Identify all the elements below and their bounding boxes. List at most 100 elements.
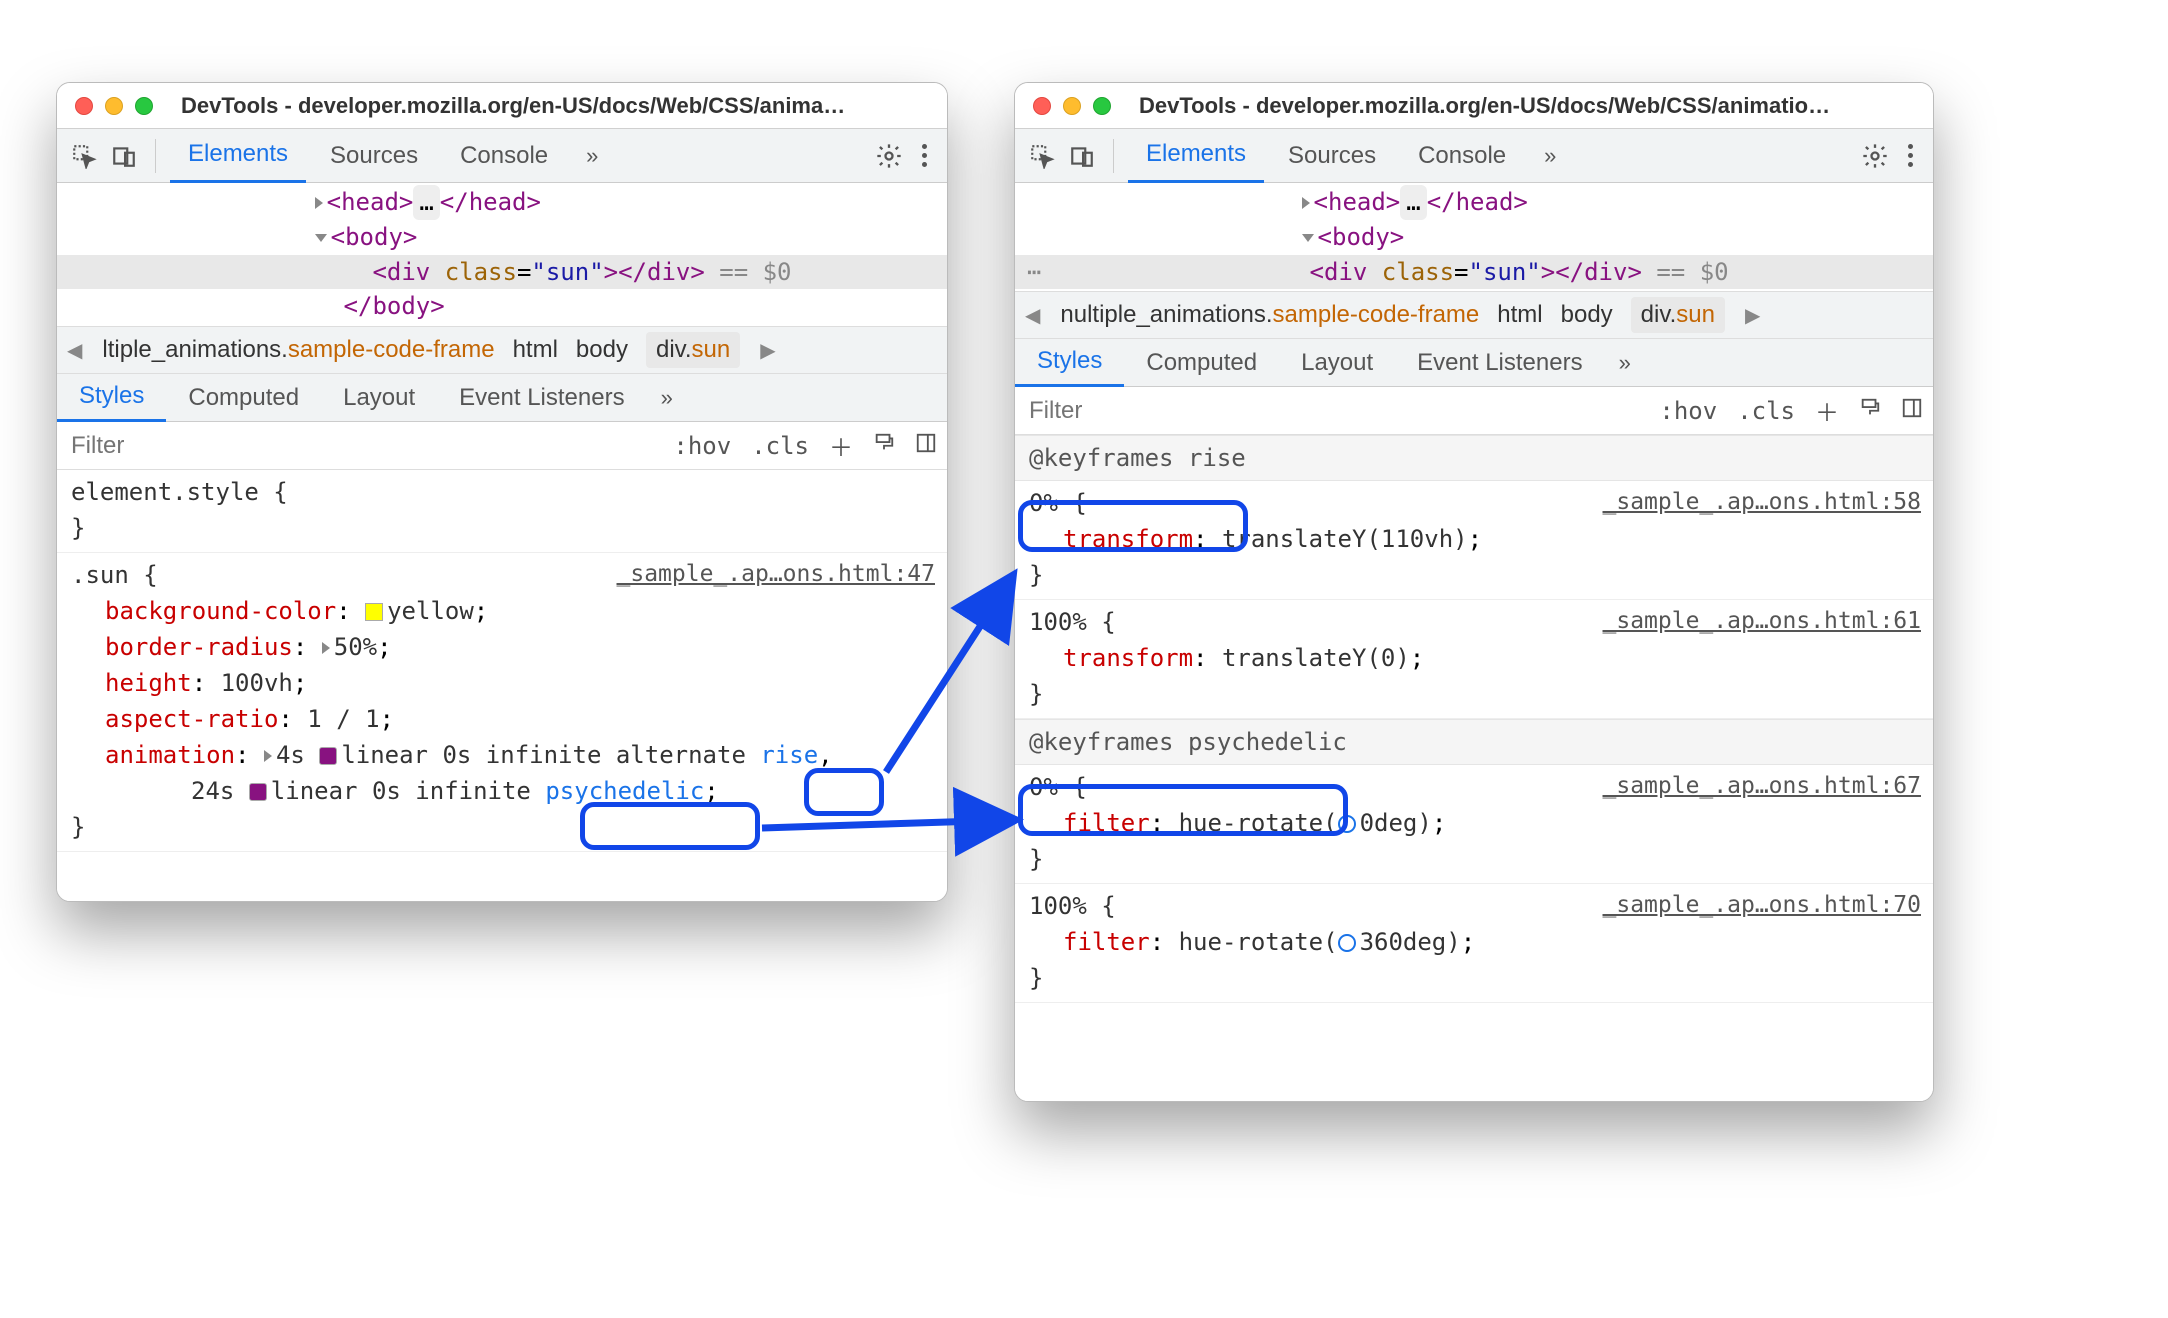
cls-toggle[interactable]: .cls [1727, 397, 1805, 425]
keyframes-link-psychedelic[interactable]: psychedelic [545, 777, 704, 805]
source-link[interactable]: _sample_.ap…ons.html:58 [1603, 485, 1922, 520]
source-link[interactable]: _sample_.ap…ons.html:61 [1603, 604, 1922, 639]
dom-body-open[interactable]: <body> [57, 220, 947, 255]
decl-animation-line2[interactable]: 24s linear 0s infinite psychedelic; [71, 773, 933, 809]
easing-swatch-icon[interactable] [319, 747, 337, 765]
close-window-button[interactable] [1033, 97, 1051, 115]
traffic-lights [1033, 97, 1111, 115]
breadcrumb-scroll-right-icon[interactable]: ▶ [1743, 303, 1762, 328]
settings-icon[interactable] [872, 139, 906, 173]
source-link[interactable]: _sample_.ap…ons.html:70 [1603, 888, 1922, 923]
source-link[interactable]: _sample_.ap…ons.html:67 [1603, 769, 1922, 804]
tab-elements[interactable]: Elements [1128, 129, 1264, 183]
dom-tree[interactable]: <head>…</head> <body> ⋯ <div class="sun"… [1015, 183, 1933, 291]
dom-body-open[interactable]: <body> [1015, 220, 1933, 255]
subtab-event-listeners[interactable]: Event Listeners [437, 374, 646, 422]
keyframe-rise-100[interactable]: 100% { _sample_.ap…ons.html:61 transform… [1015, 600, 1933, 719]
rule-element-style[interactable]: element.style { } [57, 470, 947, 553]
more-tabs-icon[interactable]: » [1530, 143, 1570, 169]
decl-background-color[interactable]: background-color: yellow; [71, 593, 933, 629]
angle-swatch-icon[interactable] [1338, 815, 1356, 833]
crumb-html[interactable]: html [1497, 301, 1542, 329]
styles-pane[interactable]: element.style { } .sun { _sample_.ap…ons… [57, 470, 947, 901]
inspect-icon[interactable] [67, 139, 101, 173]
color-swatch-icon[interactable] [365, 603, 383, 621]
subtab-layout[interactable]: Layout [321, 374, 437, 422]
tab-console[interactable]: Console [442, 129, 566, 183]
inspect-icon[interactable] [1025, 139, 1059, 173]
rule-sun[interactable]: .sun { _sample_.ap…ons.html:47 backgroun… [57, 553, 947, 852]
more-subtabs-icon[interactable]: » [1605, 350, 1645, 376]
breadcrumb-scroll-left-icon[interactable]: ◀ [1023, 303, 1042, 328]
minimize-window-button[interactable] [105, 97, 123, 115]
angle-swatch-icon[interactable] [1338, 934, 1356, 952]
dom-head[interactable]: <head>…</head> [1015, 185, 1933, 220]
settings-icon[interactable] [1858, 139, 1892, 173]
crumb-div-sun[interactable]: div.sun [646, 332, 740, 368]
tab-console[interactable]: Console [1400, 129, 1524, 183]
cls-toggle[interactable]: .cls [741, 432, 819, 460]
device-toolbar-icon[interactable] [107, 139, 141, 173]
subtab-event-listeners[interactable]: Event Listeners [1395, 339, 1604, 387]
decl-height[interactable]: height: 100vh; [71, 665, 933, 701]
device-toolbar-icon[interactable] [1065, 139, 1099, 173]
subtab-styles[interactable]: Styles [1015, 339, 1124, 387]
breadcrumb-scroll-right-icon[interactable]: ▶ [758, 338, 777, 363]
crumb-div-sun[interactable]: div.sun [1631, 297, 1725, 333]
styles-filter-input[interactable] [57, 432, 663, 460]
paint-icon[interactable] [1849, 397, 1891, 425]
dom-selected-div[interactable]: <div class="sun"></div> == $0 [57, 255, 947, 290]
crumb-frame[interactable]: ltiple_animations.sample-code-frame [102, 336, 494, 364]
kebab-menu-icon[interactable] [912, 144, 937, 167]
tab-sources[interactable]: Sources [1270, 129, 1394, 183]
keyframe-rise-0[interactable]: 0% { _sample_.ap…ons.html:58 transform: … [1015, 481, 1933, 600]
computed-sidebar-icon[interactable] [905, 432, 947, 460]
kebab-menu-icon[interactable] [1898, 144, 1923, 167]
breadcrumb-scroll-left-icon[interactable]: ◀ [65, 338, 84, 363]
decl-border-radius[interactable]: border-radius: 50%; [71, 629, 933, 665]
decl-aspect-ratio[interactable]: aspect-ratio: 1 / 1; [71, 701, 933, 737]
keyframes-header-psychedelic[interactable]: @keyframes psychedelic [1015, 719, 1933, 765]
more-tabs-icon[interactable]: » [572, 143, 612, 169]
crumb-html[interactable]: html [513, 336, 558, 364]
decl-animation[interactable]: animation: 4s linear 0s infinite alterna… [71, 737, 933, 773]
crumb-body[interactable]: body [1561, 301, 1613, 329]
subtab-styles[interactable]: Styles [57, 374, 166, 422]
decl-filter[interactable]: filter: hue-rotate(0deg); [1029, 805, 1919, 841]
maximize-window-button[interactable] [1093, 97, 1111, 115]
keyframes-link-rise[interactable]: rise [760, 741, 818, 769]
decl-filter[interactable]: filter: hue-rotate(360deg); [1029, 924, 1919, 960]
new-rule-icon[interactable]: ＋ [819, 428, 863, 463]
hov-toggle[interactable]: :hov [1649, 397, 1727, 425]
minimize-window-button[interactable] [1063, 97, 1081, 115]
hov-toggle[interactable]: :hov [663, 432, 741, 460]
dom-head[interactable]: <head>…</head> [57, 185, 947, 220]
crumb-body[interactable]: body [576, 336, 628, 364]
keyframe-psy-0[interactable]: 0% { _sample_.ap…ons.html:67 filter: hue… [1015, 765, 1933, 884]
paint-icon[interactable] [863, 432, 905, 460]
source-link[interactable]: _sample_.ap…ons.html:47 [617, 557, 936, 592]
keyframes-header-rise[interactable]: @keyframes rise [1015, 435, 1933, 481]
easing-swatch-icon[interactable] [249, 783, 267, 801]
dom-tree[interactable]: <head>…</head> <body> <div class="sun"><… [57, 183, 947, 326]
styles-filter-input[interactable] [1015, 397, 1649, 425]
subtab-computed[interactable]: Computed [166, 374, 321, 422]
close-window-button[interactable] [75, 97, 93, 115]
styles-pane[interactable]: @keyframes rise 0% { _sample_.ap…ons.htm… [1015, 435, 1933, 1101]
dom-body-close[interactable]: </body> [57, 289, 947, 324]
titlebar: DevTools - developer.mozilla.org/en-US/d… [1015, 83, 1933, 129]
tab-sources[interactable]: Sources [312, 129, 436, 183]
decl-transform[interactable]: transform: translateY(0); [1029, 640, 1919, 676]
keyframe-psy-100[interactable]: 100% { _sample_.ap…ons.html:70 filter: h… [1015, 884, 1933, 1003]
crumb-frame[interactable]: nultiple_animations.sample-code-frame [1060, 301, 1479, 329]
tab-elements[interactable]: Elements [170, 129, 306, 183]
maximize-window-button[interactable] [135, 97, 153, 115]
decl-transform[interactable]: transform: translateY(110vh); [1029, 521, 1919, 557]
dom-selected-div[interactable]: ⋯ <div class="sun"></div> == $0 [1015, 255, 1933, 290]
subtab-computed[interactable]: Computed [1124, 339, 1279, 387]
new-rule-icon[interactable]: ＋ [1805, 393, 1849, 428]
subtab-layout[interactable]: Layout [1279, 339, 1395, 387]
breadcrumb-bar: ◀ nultiple_animations.sample-code-frame … [1015, 291, 1933, 339]
more-subtabs-icon[interactable]: » [647, 385, 687, 411]
computed-sidebar-icon[interactable] [1891, 397, 1933, 425]
